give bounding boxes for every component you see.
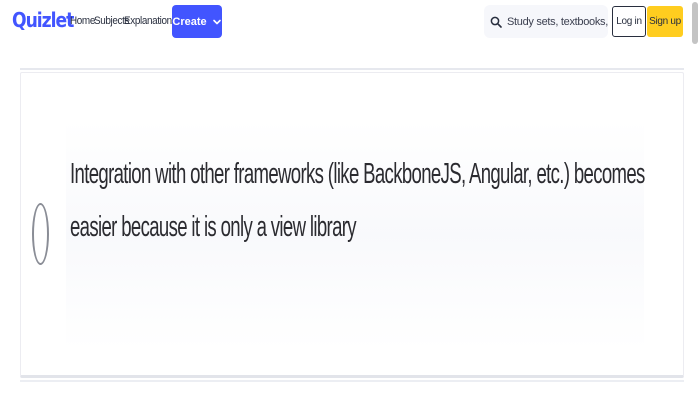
quizlet-logo[interactable]: Quizlet [12,8,74,32]
create-button[interactable]: Create [172,5,222,38]
signup-button[interactable]: Sign up [647,6,683,37]
search-icon [490,16,502,28]
scrollbar-thumb[interactable] [692,2,698,44]
create-button-label: Create [172,15,207,28]
option-radio-button[interactable] [32,203,49,265]
nav-home-link[interactable]: Home [70,15,95,27]
search-input[interactable]: Study sets, textbooks, ... [484,5,608,38]
answer-option-text: Integration with other frameworks (like … [70,158,645,243]
chevron-down-icon [212,19,221,24]
divider [20,68,684,70]
divider [20,380,684,382]
nav-explanations-link[interactable]: Explanations [124,15,177,27]
top-navigation-bar: Quizlet Home Subjects Explanations Creat… [0,0,700,44]
search-placeholder: Study sets, textbooks, ... [507,15,608,28]
page: Quizlet Home Subjects Explanations Creat… [0,0,700,400]
login-button[interactable]: Log in [612,6,646,37]
